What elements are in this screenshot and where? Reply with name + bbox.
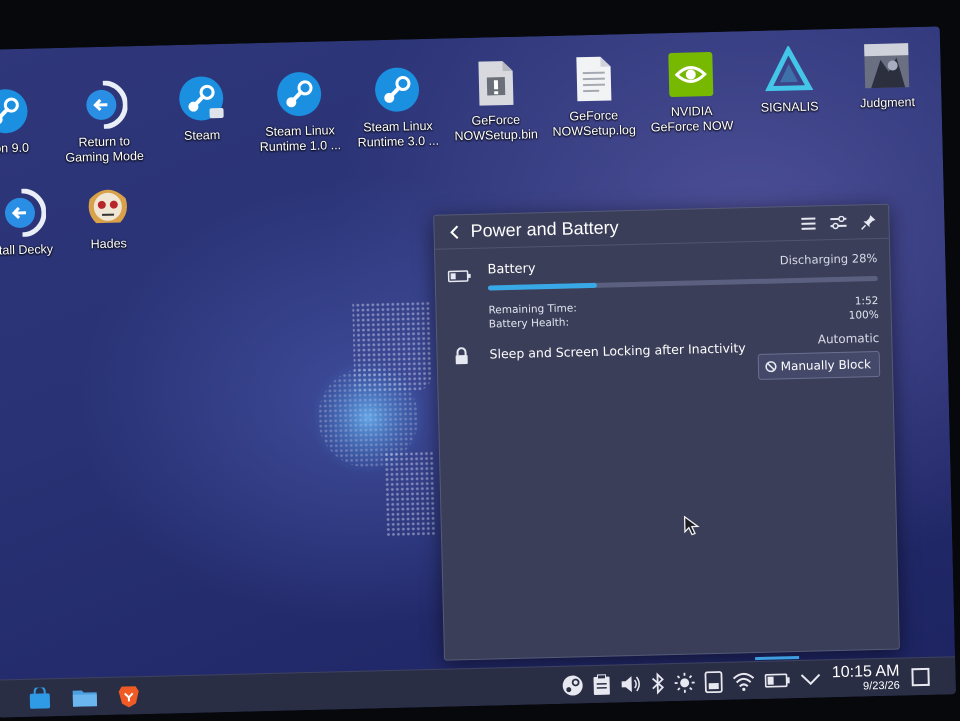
desktop-icon-hades[interactable]: Hades (57, 182, 159, 253)
desktop-icon-label: NOWSetup.bin (454, 127, 539, 144)
menu-button[interactable] (798, 213, 818, 233)
battery-tray-button[interactable] (765, 672, 791, 689)
judgment-icon (864, 43, 910, 89)
app-launcher-icon (29, 686, 51, 709)
battery-icon (447, 270, 471, 283)
desktop-icon-return-to-gaming-mode[interactable]: Return to Gaming Mode (53, 80, 155, 166)
battery-progress-bar (487, 275, 878, 291)
brave-browser-button[interactable] (118, 684, 141, 709)
volume-button[interactable] (620, 673, 642, 694)
clock-time: 10:15 AM (831, 662, 900, 681)
sleep-lock-mode: Automatic (817, 330, 880, 347)
wallpaper-mascot-graphic (310, 300, 436, 538)
digital-clock[interactable]: 10:15 AM 9/23/26 (831, 662, 900, 693)
block-icon (765, 361, 777, 373)
file-manager-button[interactable] (72, 685, 99, 710)
return-arrow-icon (86, 80, 128, 130)
manually-block-label: Manually Block (780, 357, 872, 374)
desktop-icon-steam-linux-runtime-1[interactable]: Steam Linux Runtime 1.0 ... (249, 69, 351, 155)
steam-tray-button[interactable] (562, 674, 585, 697)
desktop-icon-steam[interactable]: Steam (151, 73, 253, 144)
battery-status: Discharging 28% (779, 250, 878, 268)
return-arrow-icon (4, 188, 47, 238)
desktop-icon-nvidia-geforce-now[interactable]: NVIDIA GeForce NOW (640, 49, 742, 135)
battery-tray-icon (765, 673, 791, 688)
back-button[interactable] (444, 222, 464, 242)
clock-date: 9/23/26 (862, 679, 900, 692)
app-launcher-button[interactable] (28, 686, 53, 711)
desktop-icon-label: Runtime 3.0 ... (357, 133, 440, 150)
brave-browser-icon (118, 685, 139, 707)
brightness-button[interactable] (674, 671, 697, 694)
hamburger-menu-icon (801, 216, 816, 230)
desktop-icon-label: Hades (90, 236, 127, 252)
desktop-icon-label: NOWSetup.log (552, 122, 636, 139)
brightness-icon (675, 672, 696, 693)
remaining-time-label: Remaining Time: (488, 302, 577, 317)
desktop-icon-judgment[interactable]: Judgment (836, 40, 938, 111)
storage-icon (704, 670, 724, 693)
desktop-icon-label: oton 9.0 (0, 140, 30, 156)
chevron-left-icon (450, 225, 459, 239)
hades-icon (88, 189, 127, 224)
steam-icon (0, 89, 28, 134)
desktop-icon-proton[interactable]: oton 9.0 (0, 86, 57, 157)
show-desktop-button[interactable] (911, 667, 930, 686)
battery-health-label: Battery Health: (488, 316, 570, 331)
desktop-icon-label: Runtime 1.0 ... (259, 138, 342, 155)
configure-button[interactable] (828, 212, 848, 232)
wifi-button[interactable] (732, 671, 756, 692)
chevron-down-icon (801, 673, 821, 685)
text-file-icon (576, 56, 612, 102)
file-manager-icon (72, 690, 98, 707)
steam-tray-icon (563, 675, 584, 696)
desktop-icon-signalis[interactable]: SIGNALIS (738, 45, 840, 116)
bluetooth-icon (652, 671, 665, 695)
taskbar-launchers (28, 684, 141, 711)
clipboard-button[interactable] (593, 673, 612, 695)
nvidia-icon (668, 52, 714, 97)
steam-icon (277, 72, 322, 117)
lock-icon (455, 347, 468, 365)
bluetooth-button[interactable] (651, 671, 666, 695)
steam-icon (375, 67, 420, 112)
sleep-lock-label: Sleep and Screen Locking after Inactivit… (489, 340, 746, 362)
desktop-icon-label: Judgment (859, 95, 916, 111)
tray-expand-button[interactable] (800, 672, 822, 687)
desktop-icon-label: GeForce NOW (650, 118, 734, 135)
clipboard-icon (593, 673, 611, 695)
battery-progress-fill (487, 282, 598, 291)
manually-block-button[interactable]: Manually Block (757, 350, 881, 380)
binary-file-icon (478, 61, 514, 106)
pin-icon (861, 214, 876, 230)
pin-button[interactable] (858, 211, 878, 231)
remaining-time-value: 1:52 (854, 294, 879, 308)
panel-title: Power and Battery (470, 217, 619, 241)
desktop-icon-geforce-now-setup-log[interactable]: GeForce NOWSetup.log (542, 54, 644, 140)
desktop-icon-label: Gaming Mode (65, 148, 145, 165)
power-battery-panel: Power and Battery Battery Discharging 28… (433, 203, 900, 661)
volume-icon (621, 675, 641, 692)
battery-name: Battery (487, 261, 536, 278)
battery-health-value: 100% (848, 308, 879, 322)
storage-button[interactable] (704, 670, 724, 693)
panel-header-tools (798, 211, 878, 233)
desktop-icon-geforce-now-setup-bin[interactable]: GeForce NOWSetup.bin (444, 58, 546, 144)
wifi-icon (733, 672, 755, 691)
desktop-icon-label: SIGNALIS (760, 99, 819, 115)
desktop[interactable]: oton 9.0 Return to Gaming Mode Steam Ste… (0, 26, 957, 718)
desktop-icon-label: Steam (183, 128, 221, 143)
sliders-icon (830, 215, 847, 229)
mouse-cursor-icon (683, 515, 700, 536)
desktop-icon-steam-linux-runtime-3[interactable]: Steam Linux Runtime 3.0 ... (347, 64, 449, 150)
battery-row: Battery Discharging 28% Remaining Time: … (435, 239, 891, 338)
system-tray (562, 668, 822, 696)
signalis-icon (765, 45, 814, 92)
sleep-lock-row: Sleep and Screen Locking after Inactivit… (437, 327, 892, 398)
steam-icon (179, 76, 224, 121)
